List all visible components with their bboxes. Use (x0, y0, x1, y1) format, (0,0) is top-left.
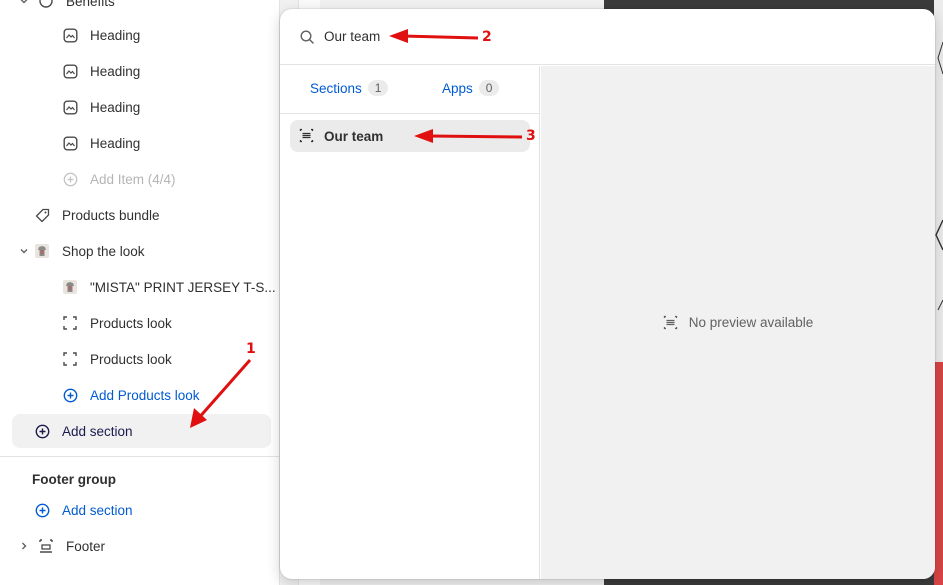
sidebar-item-label: Heading (90, 63, 141, 79)
add-products-look-label: Add Products look (90, 387, 200, 403)
sidebar-item-heading[interactable]: Heading (62, 53, 140, 89)
theme-sidebar: Benefits Heading Heading Heading Heading… (0, 0, 280, 585)
search-icon (299, 29, 315, 45)
sidebar-item-label: Shop the look (62, 243, 145, 259)
add-item-label: Add Item (4/4) (90, 171, 176, 187)
sidebar-item-products-bundle[interactable]: Products bundle (34, 197, 160, 233)
results-tabs: Sections 1 Apps 0 (280, 66, 540, 114)
image-block-icon (62, 99, 78, 115)
sidebar-item-label: Heading (90, 99, 141, 115)
sidebar-item-label: Heading (90, 135, 141, 151)
sidebar-item-label: Footer (66, 538, 106, 554)
product-thumbnail-icon (34, 243, 50, 259)
sidebar-item-shop-the-look[interactable]: Shop the look (16, 233, 145, 269)
storefront-preview-accent (934, 362, 943, 585)
search-bar (280, 9, 935, 65)
tab-sections[interactable]: Sections 1 (310, 80, 389, 96)
add-section-popover: Sections 1 Apps 0 Our team No preview av… (280, 9, 935, 579)
result-item-label: Our team (324, 128, 384, 144)
tab-apps[interactable]: Apps 0 (442, 80, 500, 96)
frame-icon (62, 351, 78, 367)
chevron-right-icon[interactable] (16, 538, 32, 554)
chevron-down-icon[interactable] (16, 0, 32, 9)
chevron-down-icon[interactable] (16, 243, 32, 259)
plus-circle-icon (62, 387, 78, 403)
product-thumbnail-icon (62, 279, 78, 295)
image-block-icon (62, 135, 78, 151)
sidebar-item-products-look[interactable]: Products look (62, 341, 172, 377)
footer-add-section-button[interactable]: Add section (34, 492, 133, 528)
add-section-button[interactable]: Add section (12, 414, 271, 448)
block-icon (38, 0, 54, 9)
section-preview-panel: No preview available (541, 66, 935, 579)
annotation-number-3: 3 (526, 128, 536, 144)
sidebar-item-label: Products look (90, 351, 172, 367)
tag-icon (34, 207, 50, 223)
section-layout-icon (299, 128, 315, 144)
sidebar-item-label: Heading (90, 27, 141, 43)
sidebar-item-products-look[interactable]: Products look (62, 305, 172, 341)
tab-count-badge: 1 (367, 80, 389, 96)
sidebar-item-heading[interactable]: Heading (62, 17, 140, 53)
footer-layout-icon (38, 538, 54, 554)
sidebar-item-label: "MISTA" PRINT JERSEY T-S... (90, 279, 276, 295)
frame-icon (62, 315, 78, 331)
sidebar-item-heading[interactable]: Heading (62, 125, 140, 161)
add-section-label: Add section (62, 423, 133, 439)
storefront-preview-edge (934, 0, 943, 362)
sidebar-item-footer[interactable]: Footer (16, 528, 105, 564)
results-panel: Sections 1 Apps 0 Our team (280, 66, 540, 579)
tab-label: Apps (442, 80, 473, 96)
add-products-look-button[interactable]: Add Products look (62, 377, 200, 413)
sidebar-item-heading[interactable]: Heading (62, 89, 140, 125)
plus-circle-icon (34, 502, 50, 518)
footer-group-title: Footer group (32, 472, 116, 487)
sidebar-item-label: Products look (90, 315, 172, 331)
tab-label: Sections (310, 80, 362, 96)
add-item-button[interactable]: Add Item (4/4) (62, 161, 176, 197)
divider (0, 456, 279, 457)
image-block-icon (62, 27, 78, 43)
result-item-our-team[interactable]: Our team (290, 120, 530, 152)
plus-circle-icon (62, 171, 78, 187)
plus-circle-icon (34, 423, 50, 439)
search-input[interactable] (324, 29, 624, 44)
add-section-label: Add section (62, 502, 133, 518)
annotation-number-2: 2 (482, 29, 492, 45)
section-layout-icon (663, 315, 679, 331)
tab-count-badge: 0 (478, 80, 500, 96)
sidebar-item-label: Products bundle (62, 207, 160, 223)
image-block-icon (62, 63, 78, 79)
no-preview-text: No preview available (688, 315, 814, 330)
annotation-number-1: 1 (246, 341, 256, 357)
sidebar-item-product[interactable]: "MISTA" PRINT JERSEY T-S... (62, 269, 276, 305)
sidebar-item-label: Benefits (66, 0, 115, 9)
